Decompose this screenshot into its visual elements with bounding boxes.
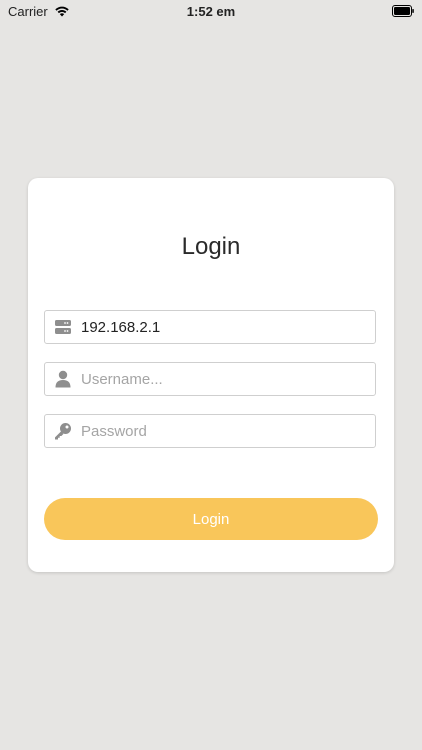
carrier-label: Carrier (8, 3, 48, 19)
password-field[interactable] (44, 414, 376, 448)
username-field[interactable] (44, 362, 376, 396)
user-icon (45, 363, 81, 395)
login-title: Login (181, 233, 241, 260)
password-input[interactable] (81, 416, 361, 446)
login-card: Login 192.168.2.1 Username... Login (28, 178, 394, 572)
wifi-icon (54, 5, 70, 17)
login-button[interactable]: Login (44, 498, 378, 540)
key-icon (45, 415, 81, 447)
server-input[interactable] (81, 312, 361, 342)
server-field[interactable] (44, 310, 376, 344)
status-time: 1:52 em (186, 3, 236, 19)
status-left: Carrier (8, 4, 70, 19)
username-input[interactable] (81, 364, 361, 394)
battery-icon (392, 5, 414, 17)
server-icon (45, 311, 81, 343)
status-bar: Carrier 1:52 em (0, 0, 422, 22)
